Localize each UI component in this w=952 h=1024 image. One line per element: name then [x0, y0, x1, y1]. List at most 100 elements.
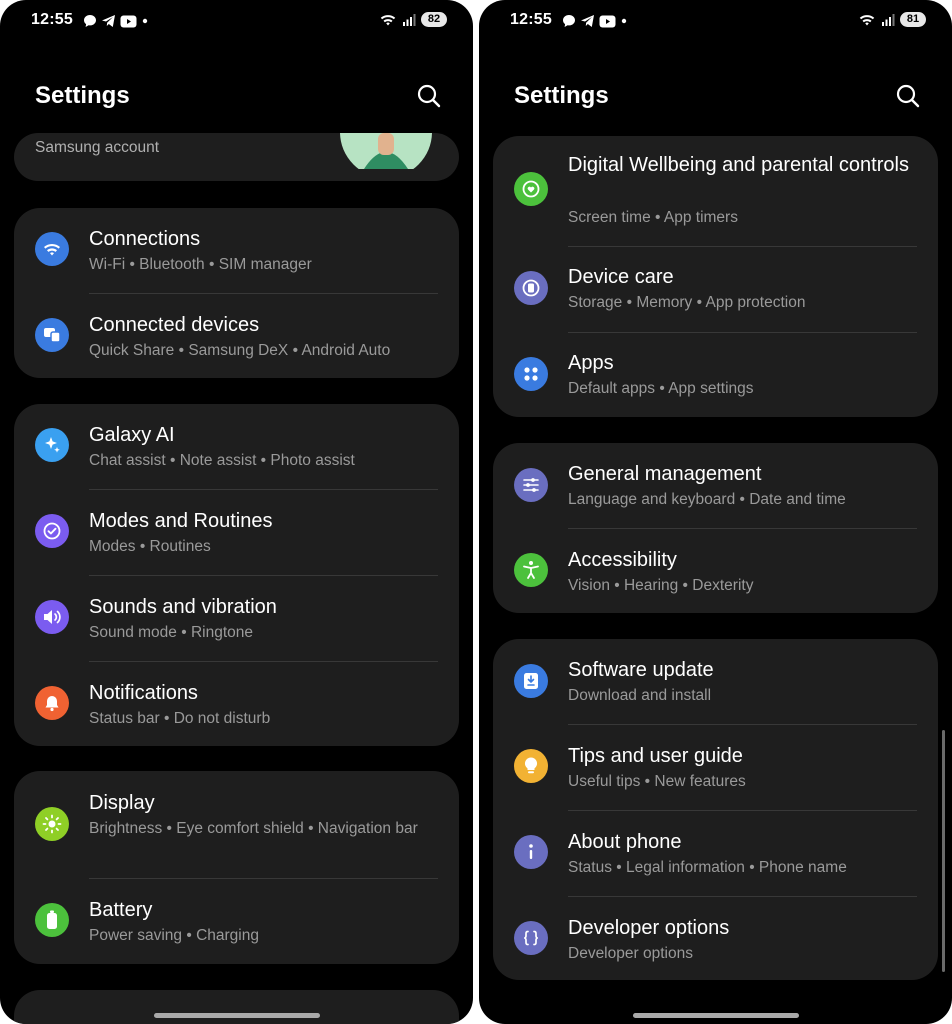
settings-group-display-battery: Display Brightness • Eye comfort shield … — [14, 771, 459, 964]
settings-item-galaxy-ai[interactable]: Galaxy AI Chat assist • Note assist • Ph… — [14, 404, 459, 490]
digital-wellbeing-subtitle: Screen time • App timers — [568, 209, 738, 226]
settings-item-tips[interactable]: Tips and user guide Useful tips • New fe… — [493, 725, 938, 811]
settings-item-software-update[interactable]: Software update Download and install — [493, 639, 938, 725]
samsung-account-label: Samsung account — [35, 139, 160, 156]
battery-level: 81 — [900, 12, 926, 27]
apps-subtitle: Default apps • App settings — [568, 380, 754, 397]
scrollbar[interactable] — [942, 730, 945, 972]
signal-icon — [403, 13, 416, 26]
settings-item-sounds[interactable]: Sounds and vibration Sound mode • Ringto… — [14, 576, 459, 662]
connections-subtitle: Wi-Fi • Bluetooth • SIM manager — [89, 256, 312, 273]
lightbulb-icon — [524, 757, 538, 774]
notifications-subtitle: Status bar • Do not disturb — [89, 710, 271, 727]
tips-title: Tips and user guide — [568, 745, 743, 767]
chat-bubble-icon — [563, 15, 575, 27]
notifications-title: Notifications — [89, 682, 198, 704]
home-indicator[interactable] — [153, 1013, 320, 1018]
wellbeing-heart-icon — [522, 180, 540, 198]
about-phone-title: About phone — [568, 831, 682, 853]
settings-group-connections: Connections Wi-Fi • Bluetooth • SIM mana… — [14, 208, 459, 378]
galaxy-ai-title: Galaxy AI — [89, 424, 175, 446]
settings-item-modes-routines[interactable]: Modes and Routines Modes • Routines — [14, 490, 459, 576]
sounds-subtitle: Sound mode • Ringtone — [89, 624, 253, 641]
settings-item-general-management[interactable]: General management Language and keyboard… — [493, 443, 938, 529]
connected-devices-icon — [44, 328, 61, 343]
samsung-account-card[interactable]: Samsung account — [14, 133, 459, 181]
settings-item-accessibility[interactable]: Accessibility Vision • Hearing • Dexteri… — [493, 529, 938, 613]
settings-item-connected-devices[interactable]: Connected devices Quick Share • Samsung … — [14, 294, 459, 378]
connected-devices-title: Connected devices — [89, 314, 260, 336]
display-subtitle: Brightness • Eye comfort shield • Naviga… — [89, 820, 418, 837]
software-update-title: Software update — [568, 659, 714, 681]
developer-options-subtitle: Developer options — [568, 945, 693, 962]
status-bar: 12:55 81 — [510, 10, 926, 34]
youtube-icon — [599, 15, 616, 27]
battery-subtitle: Power saving • Charging — [89, 927, 259, 944]
dot-icon — [621, 18, 627, 24]
connections-title: Connections — [89, 228, 201, 250]
device-care-title: Device care — [568, 266, 674, 288]
developer-options-title: Developer options — [568, 917, 730, 939]
sounds-title: Sounds and vibration — [89, 596, 277, 618]
battery-title: Battery — [89, 899, 153, 921]
phone-screen-left: 12:55 82 Settings Samsung account Connec… — [0, 0, 473, 1024]
settings-item-display[interactable]: Display Brightness • Eye comfort shield … — [14, 771, 459, 878]
sparkle-icon — [45, 437, 60, 453]
battery-level: 82 — [421, 12, 447, 27]
accessibility-icon — [523, 561, 539, 579]
settings-group-partial — [14, 990, 459, 1024]
phone-screen-right: 12:55 81 Settings Digital Wellbeing and … — [479, 0, 952, 1024]
modes-routines-subtitle: Modes • Routines — [89, 538, 211, 555]
tips-subtitle: Useful tips • New features — [568, 773, 746, 790]
settings-item-developer-options[interactable]: Developer options Developer options — [493, 897, 938, 980]
settings-item-connections[interactable]: Connections Wi-Fi • Bluetooth • SIM mana… — [14, 208, 459, 294]
settings-item-notifications[interactable]: Notifications Status bar • Do not distur… — [14, 662, 459, 746]
telegram-icon — [581, 15, 594, 27]
sun-icon — [42, 814, 62, 834]
home-indicator[interactable] — [632, 1013, 799, 1018]
accessibility-title: Accessibility — [568, 549, 677, 571]
wifi-icon — [44, 243, 60, 256]
settings-group-about: Software update Download and install Tip… — [493, 639, 938, 980]
youtube-icon — [120, 15, 137, 27]
digital-wellbeing-title: Digital Wellbeing and parental controls — [568, 154, 909, 176]
apps-grid-icon — [524, 367, 538, 381]
connected-devices-subtitle: Quick Share • Samsung DeX • Android Auto — [89, 342, 391, 359]
braces-icon — [524, 930, 538, 946]
software-update-icon — [524, 673, 538, 689]
display-title: Display — [89, 792, 155, 814]
settings-item-device-care[interactable]: Device care Storage • Memory • App prote… — [493, 247, 938, 332]
page-title: Settings — [35, 82, 130, 109]
wifi-status-icon — [859, 14, 875, 25]
search-icon[interactable] — [894, 82, 922, 110]
settings-item-apps[interactable]: Apps Default apps • App settings — [493, 333, 938, 417]
wifi-status-icon — [380, 14, 396, 25]
accessibility-subtitle: Vision • Hearing • Dexterity — [568, 577, 754, 594]
settings-group-wellbeing-apps: Digital Wellbeing and parental controls … — [493, 136, 938, 417]
page-title: Settings — [514, 82, 609, 109]
about-phone-subtitle: Status • Legal information • Phone name — [568, 859, 847, 876]
settings-item-digital-wellbeing[interactable]: Digital Wellbeing and parental controls … — [493, 136, 938, 246]
telegram-icon — [102, 15, 115, 27]
general-management-subtitle: Language and keyboard • Date and time — [568, 491, 846, 508]
general-management-title: General management — [568, 463, 762, 485]
apps-title: Apps — [568, 352, 614, 374]
bell-icon — [45, 696, 59, 712]
modes-routines-title: Modes and Routines — [89, 510, 273, 532]
status-bar: 12:55 82 — [31, 10, 447, 34]
sliders-icon — [523, 478, 539, 492]
settings-item-about-phone[interactable]: About phone Status • Legal information •… — [493, 811, 938, 897]
avatar — [340, 133, 432, 169]
status-time: 12:55 — [31, 11, 73, 28]
settings-item-battery[interactable]: Battery Power saving • Charging — [14, 879, 459, 964]
settings-group-management: General management Language and keyboard… — [493, 443, 938, 613]
speaker-icon — [44, 610, 61, 624]
signal-icon — [882, 13, 895, 26]
info-icon — [529, 844, 533, 859]
search-icon[interactable] — [415, 82, 443, 110]
settings-group-ai-modes: Galaxy AI Chat assist • Note assist • Ph… — [14, 404, 459, 746]
device-care-icon — [522, 279, 540, 297]
device-care-subtitle: Storage • Memory • App protection — [568, 294, 806, 311]
battery-icon — [47, 910, 57, 929]
status-time: 12:55 — [510, 11, 552, 28]
